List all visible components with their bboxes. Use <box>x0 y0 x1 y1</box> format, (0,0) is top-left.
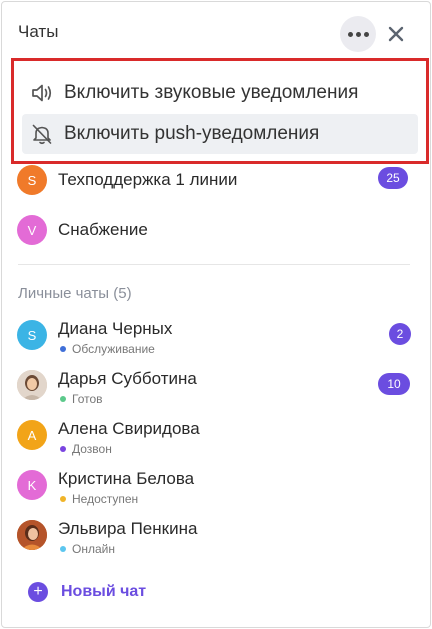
unread-badge: 2 <box>389 323 411 345</box>
avatar: V <box>17 215 47 245</box>
status-line: Обслуживание <box>60 342 155 356</box>
avatar-photo <box>17 520 47 550</box>
avatar: S <box>17 165 47 195</box>
chat-name: Техподдержка 1 линии <box>58 170 238 189</box>
status-dot <box>60 396 66 402</box>
status-text: Дозвон <box>72 442 112 456</box>
new-chat-label: Новый чат <box>61 583 147 600</box>
chat-name: Алена Свиридова <box>58 419 200 438</box>
unread-badge: 10 <box>378 373 410 395</box>
status-line: Недоступен <box>60 492 138 506</box>
chat-name: Дарья Субботина <box>58 369 197 388</box>
status-dot <box>60 546 66 552</box>
close-icon <box>388 26 404 42</box>
avatar-photo <box>17 370 47 400</box>
status-text: Обслуживание <box>72 342 155 356</box>
status-line: Онлайн <box>60 542 115 556</box>
status-dot <box>60 496 66 502</box>
chat-name: Эльвира Пенкина <box>58 519 198 538</box>
speaker-icon <box>29 80 55 106</box>
more-options-button[interactable] <box>340 16 376 52</box>
list-item-chat[interactable]: S Диана Черных Обслуживание 2 <box>2 316 430 364</box>
list-item-chat[interactable]: Дарья Субботина Готов 10 <box>2 366 430 414</box>
list-item-chat[interactable]: A Алена Свиридова Дозвон <box>2 416 430 464</box>
chat-name: Диана Черных <box>58 319 173 338</box>
plus-icon: + <box>28 582 48 602</box>
status-line: Готов <box>60 392 103 406</box>
status-text: Недоступен <box>72 492 139 506</box>
chat-name: Кристина Белова <box>58 469 195 488</box>
status-dot <box>60 446 66 452</box>
panel-header: Чаты <box>2 2 430 60</box>
status-line: Дозвон <box>60 442 112 456</box>
status-text: Готов <box>72 392 103 406</box>
section-divider <box>18 264 410 265</box>
status-text: Онлайн <box>72 542 115 556</box>
enable-push-notifications-item[interactable]: Включить push-уведомления <box>22 114 418 154</box>
enable-sound-notifications-item[interactable]: Включить звуковые уведомления <box>22 73 418 113</box>
avatar: A <box>17 420 47 450</box>
list-item-chat[interactable]: V Снабжение <box>2 206 430 252</box>
status-dot <box>60 346 66 352</box>
notifications-menu: Включить звуковые уведомления Включить p… <box>11 58 429 164</box>
unread-badge: 25 <box>378 167 408 189</box>
close-button[interactable] <box>382 20 410 48</box>
avatar: S <box>17 320 47 350</box>
chat-name: Снабжение <box>58 220 148 239</box>
new-chat-button[interactable]: + Новый чат <box>28 582 146 602</box>
bell-off-icon <box>29 121 55 147</box>
list-item-chat[interactable]: K Кристина Белова Недоступен <box>2 466 430 514</box>
avatar: K <box>17 470 47 500</box>
personal-chats-heading: Личные чаты (5) <box>18 285 132 302</box>
menu-item-label: Включить звуковые уведомления <box>64 82 359 103</box>
menu-item-label: Включить push-уведомления <box>64 123 320 144</box>
list-item-chat[interactable]: Эльвира Пенкина Онлайн <box>2 516 430 564</box>
panel-title: Чаты <box>18 22 59 41</box>
chat-panel: Чаты Включить звуковые уведомления Включ… <box>1 1 431 628</box>
more-horizontal-icon <box>347 31 353 37</box>
